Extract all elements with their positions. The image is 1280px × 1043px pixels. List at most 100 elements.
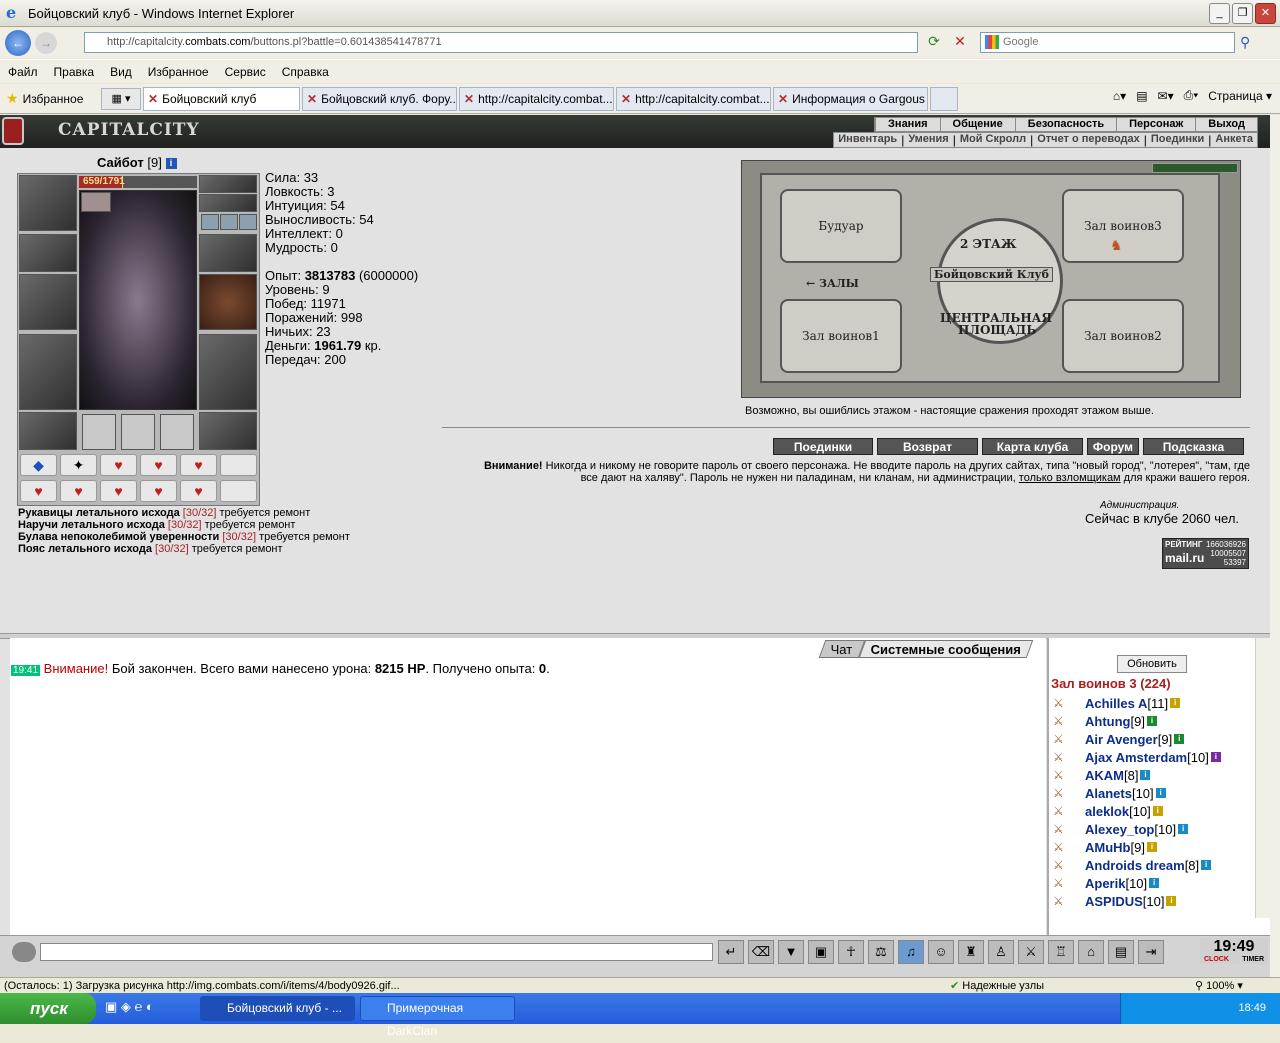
send-icon[interactable]: ↵ <box>718 940 744 964</box>
belt-item-5[interactable]: ♥ <box>180 454 217 476</box>
menu-view[interactable]: Вид <box>102 65 140 79</box>
info-icon[interactable]: i <box>1140 770 1151 780</box>
chat-input[interactable] <box>40 943 713 961</box>
info-icon[interactable]: i <box>1170 698 1181 708</box>
fight-request-icon[interactable]: ⚔ <box>1053 732 1077 746</box>
user-row[interactable]: ⚔ ASPIDUS [10] i <box>1053 892 1221 910</box>
taskbar-item-ie[interactable]: Бойцовский клуб - ... <box>200 996 355 1021</box>
fight-request-icon[interactable]: ⚔ <box>1053 876 1077 890</box>
belt-item-6[interactable]: ♥ <box>20 480 57 502</box>
user-row[interactable]: ⚔ Ajax Amsterdam [10] i <box>1053 748 1221 766</box>
print-icon[interactable]: ⎙▾ <box>1184 88 1199 103</box>
page-scrollbar[interactable] <box>1270 115 1280 977</box>
user-name[interactable]: Alexey_top <box>1085 822 1154 837</box>
belt-item-1[interactable]: ◆ <box>20 454 57 476</box>
club-map-button[interactable]: Карта клуба <box>982 438 1083 455</box>
tab-1[interactable]: ✕ Бойцовский клуб <box>143 86 300 111</box>
user-name[interactable]: aleklok <box>1085 804 1129 819</box>
ring3-slot[interactable] <box>239 214 257 230</box>
sword-icon[interactable]: ⚔ <box>1018 940 1044 964</box>
character-name[interactable]: Сайбот [9] i <box>97 155 177 170</box>
nav-scroll[interactable]: Мой Скролл <box>956 133 1030 147</box>
info-icon[interactable]: i <box>1210 752 1221 762</box>
info-icon[interactable]: i <box>1146 842 1157 852</box>
zoom-level[interactable]: ⚲ 100% ▾ <box>1195 978 1243 994</box>
user-name[interactable]: AMuHb <box>1085 840 1131 855</box>
fight-request-icon[interactable]: ⚔ <box>1053 714 1077 728</box>
user-name[interactable]: Alanets <box>1085 786 1132 801</box>
refresh-button[interactable]: Обновить <box>1117 655 1187 673</box>
fight-request-icon[interactable]: ⚔ <box>1053 840 1077 854</box>
user-row[interactable]: ⚔ Androids dream [8] i <box>1053 856 1221 874</box>
info-icon[interactable]: i <box>1152 806 1163 816</box>
nav-inventory[interactable]: Инвентарь <box>834 133 901 147</box>
user-row[interactable]: ⚔ Aperik [10] i <box>1053 874 1221 892</box>
info-icon[interactable]: i <box>1201 860 1212 870</box>
quicklaunch-icons[interactable]: ▣ ◈ ℮ ◐ <box>105 999 154 1015</box>
nav-skills[interactable]: Умения <box>904 133 952 147</box>
menu-tools[interactable]: Сервис <box>217 65 274 79</box>
leggings-slot[interactable] <box>199 334 257 410</box>
fight-request-icon[interactable]: ⚔ <box>1053 894 1077 908</box>
user-row[interactable]: ⚔ Achilles A [11] i <box>1053 694 1221 712</box>
favorites-button[interactable]: ★ Избранное <box>6 90 101 107</box>
nav-security[interactable]: Безопасность <box>1014 118 1116 131</box>
belt-item-3[interactable]: ♥ <box>100 454 137 476</box>
shield-slot[interactable] <box>199 274 257 330</box>
taskbar-item-darkclan[interactable]: Примерочная DarkClan <box>360 996 515 1038</box>
fighter-icon[interactable]: ☥ <box>838 940 864 964</box>
user-name[interactable]: AKAM <box>1085 768 1124 783</box>
rune-slot[interactable] <box>160 414 194 450</box>
user-row[interactable]: ⚔ AKAM [8] i <box>1053 766 1221 784</box>
earrings-slot[interactable] <box>199 175 257 193</box>
filter-icon[interactable]: ▼ <box>778 940 804 964</box>
gloves-slot[interactable] <box>199 234 257 272</box>
forward-button[interactable]: → <box>35 32 57 54</box>
character-avatar[interactable] <box>79 190 197 410</box>
menu-file[interactable]: Файл <box>0 65 46 79</box>
bracers-slot[interactable] <box>19 234 77 272</box>
weapon-slot[interactable] <box>19 274 77 330</box>
ring2-slot[interactable] <box>220 214 238 230</box>
search-input[interactable]: Google <box>980 32 1235 53</box>
fight-request-icon[interactable]: ⚔ <box>1053 804 1077 818</box>
tab-3[interactable]: ✕ http://capitalcity.combat... <box>459 86 614 111</box>
menu-help[interactable]: Справка <box>274 65 337 79</box>
info-icon[interactable]: i <box>1155 788 1166 798</box>
info-icon[interactable]: i <box>1166 896 1177 906</box>
helmet-icon[interactable]: ♜ <box>958 940 984 964</box>
halls-link[interactable]: ← ЗАЛЫ <box>806 277 859 290</box>
user-name[interactable]: Air Avenger <box>1085 732 1158 747</box>
page-menu[interactable]: Страница ▾ <box>1208 89 1272 103</box>
fight-request-icon[interactable]: ⚔ <box>1053 750 1077 764</box>
belt-item-4[interactable]: ♥ <box>140 454 177 476</box>
fight-request-icon[interactable]: ⚔ <box>1053 858 1077 872</box>
exit-icon[interactable]: ⇥ <box>1138 940 1164 964</box>
smile-icon[interactable]: ☺ <box>928 940 954 964</box>
forum-button[interactable]: Форум <box>1087 438 1139 455</box>
clear-icon[interactable]: ⌫ <box>748 940 774 964</box>
menu-edit[interactable]: Правка <box>46 65 103 79</box>
user-row[interactable]: ⚔ Alexey_top [10] i <box>1053 820 1221 838</box>
nav-communication[interactable]: Общение <box>939 118 1015 131</box>
user-name[interactable]: Aperik <box>1085 876 1125 891</box>
tab-4[interactable]: ✕ http://capitalcity.combat... <box>616 86 771 111</box>
potion-icon[interactable]: ♙ <box>988 940 1014 964</box>
belt-item-empty[interactable] <box>220 480 257 502</box>
address-bar[interactable]: http://capitalcity.combats.com/buttons.p… <box>84 32 918 53</box>
user-row[interactable]: ⚔ Alanets [10] i <box>1053 784 1221 802</box>
boots-slot[interactable] <box>199 412 257 450</box>
nav-profile[interactable]: Анкета <box>1211 133 1257 147</box>
user-row[interactable]: ⚔ Air Avenger [9] i <box>1053 730 1221 748</box>
tab-system-messages[interactable]: Системные сообщения <box>858 640 1034 658</box>
amulet-slot[interactable] <box>199 194 257 212</box>
return-button[interactable]: Возврат <box>877 438 978 455</box>
room-hall1[interactable]: Зал воинов1 <box>780 299 902 373</box>
user-row[interactable]: ⚔ Ahtung [9] i <box>1053 712 1221 730</box>
user-row[interactable]: ⚔ AMuHb [9] i <box>1053 838 1221 856</box>
info-icon[interactable]: i <box>1174 734 1185 744</box>
back-button[interactable]: ← <box>5 30 31 56</box>
user-name[interactable]: Ajax Amsterdam <box>1085 750 1187 765</box>
nav-character[interactable]: Персонаж <box>1116 118 1195 131</box>
fight-request-icon[interactable]: ⚔ <box>1053 822 1077 836</box>
